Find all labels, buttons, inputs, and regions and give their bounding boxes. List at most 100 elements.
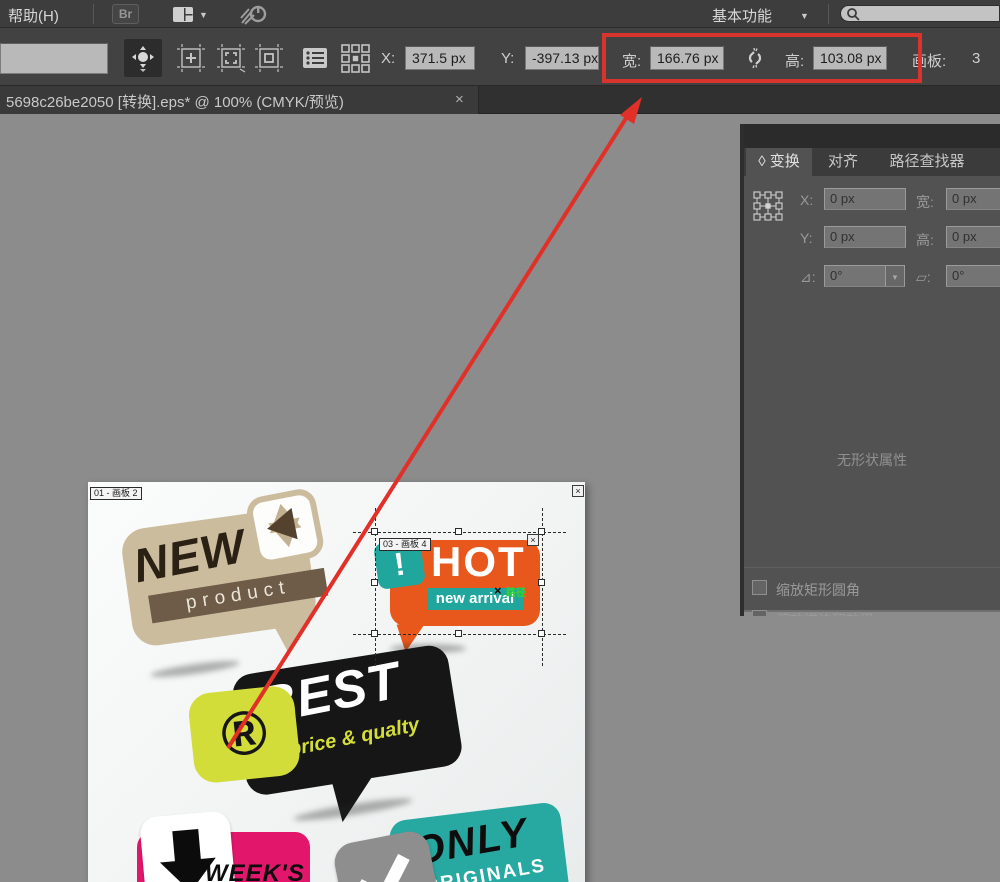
panel-collapse-icon[interactable]: ◊ [758, 153, 765, 170]
rotate-angle-icon: ⊿: [800, 269, 816, 286]
checkbox-scale-corners-label: 缩放矩形圆角 [776, 580, 860, 600]
height-field[interactable]: 103.08 px [813, 46, 887, 70]
panel-y-label: Y: [800, 230, 812, 246]
panel-x-label: X: [800, 192, 813, 208]
artboard-bounds-button[interactable] [250, 39, 288, 77]
resize-handle-ne[interactable] [538, 528, 545, 535]
hot-title: HOT [431, 541, 526, 583]
tab-transform-label: 变换 [770, 153, 800, 170]
tab-pathfinder[interactable]: 路径查找器 [874, 148, 980, 176]
selected-artboard-close-icon[interactable]: × [527, 534, 539, 546]
resize-handle-w[interactable] [371, 579, 378, 586]
checkbox-scale-strokes[interactable] [752, 610, 767, 616]
new-artboard-button[interactable] [172, 39, 210, 77]
artboard-options-icon [302, 47, 328, 69]
checkbox-scale-strokes-label: 缩放描边和效果 [776, 610, 874, 616]
arrange-documents-button[interactable] [170, 2, 196, 26]
cs-live-icon [239, 3, 267, 25]
tab-transform[interactable]: ◊ 变换 [746, 148, 812, 176]
reference-point-selector[interactable] [752, 190, 784, 222]
new-bubble-tail [272, 614, 318, 656]
no-shape-properties-text: 无形状属性 [744, 450, 1000, 470]
menu-bar: 帮助(H) Br ▼ 基本功能 ▼ [0, 0, 1000, 28]
panel-width-label: 宽: [916, 192, 934, 212]
fit-artboard-icon [216, 43, 246, 73]
move-artboard-icon [129, 44, 157, 72]
broken-chain-icon [743, 46, 767, 70]
mouse-cursor: × [494, 583, 502, 598]
height-label: 高: [785, 50, 804, 71]
resize-handle-n[interactable] [455, 528, 462, 535]
width-field[interactable]: 166.76 px [650, 46, 724, 70]
resize-handle-se[interactable] [538, 630, 545, 637]
new-icon-square [244, 486, 326, 568]
illustrator-window: 帮助(H) Br ▼ 基本功能 ▼ [0, 0, 1000, 882]
artboard-bounds-icon [254, 43, 284, 73]
x-label: X: [381, 50, 395, 67]
workspace-dropdown-arrow[interactable]: ▼ [800, 11, 809, 21]
resize-handle-s[interactable] [455, 630, 462, 637]
checkbox-scale-corners[interactable] [752, 580, 767, 595]
resize-handle-e[interactable] [538, 579, 545, 586]
arrange-documents-icon [172, 6, 194, 23]
resize-handle-sw[interactable] [371, 630, 378, 637]
best-icon-square: ® [187, 684, 302, 785]
menu-separator [93, 4, 94, 24]
workspace-switcher[interactable]: 基本功能 [712, 5, 772, 26]
arrow-down-icon [172, 829, 201, 863]
artboard-options-toolbar: X: 371.5 px Y: -397.13 px 宽: 166.76 px 高… [0, 28, 1000, 86]
panel-y-field[interactable]: 0 px [824, 226, 906, 248]
rearrange-artboards-button[interactable] [336, 39, 374, 77]
artboard-name-input[interactable] [0, 43, 108, 74]
width-label: 宽: [622, 50, 641, 71]
artboard-close-icon[interactable]: × [572, 485, 584, 497]
artboard-name-tag[interactable]: 01 - 画板 2 [90, 487, 142, 500]
tab-pathfinder-label: 路径查找器 [889, 153, 964, 170]
artboard[interactable]: NEW product ! HOT new arrival [88, 482, 585, 882]
transform-panel: ◊ 变换 对齐 路径查找器 [740, 124, 1000, 616]
search-icon [846, 7, 860, 21]
artboard-options-dialog-button[interactable] [296, 39, 334, 77]
panel-tab-bar: ◊ 变换 对齐 路径查找器 [744, 148, 1000, 176]
move-artboard-button[interactable] [124, 39, 162, 77]
y-label: Y: [501, 50, 514, 67]
link-dimensions-button[interactable] [742, 46, 768, 70]
document-close-icon[interactable]: × [455, 91, 464, 108]
tab-align[interactable]: 对齐 [818, 148, 868, 176]
transform-panel-body: X: 0 px 宽: 0 px Y: 0 px 高: 0 px ⊿: 0° ▼ … [744, 176, 1000, 612]
checkmark-icon [356, 844, 410, 882]
y-field[interactable]: -397.13 px [525, 46, 599, 70]
bridge-button[interactable]: Br [112, 4, 139, 24]
panel-x-field[interactable]: 0 px [824, 188, 906, 210]
rotate-dropdown-arrow[interactable]: ▼ [885, 265, 905, 287]
document-title: 5698c26be2050 [转换].eps* @ 100% (CMYK/预览) [6, 91, 344, 112]
shear-field[interactable]: 0° [946, 265, 1000, 287]
fit-artboard-button[interactable] [212, 39, 250, 77]
panel-height-label: 高: [916, 230, 934, 250]
panel-width-field[interactable]: 0 px [946, 188, 1000, 210]
panel-divider [744, 567, 1000, 568]
artboard-count-label: 画板: [912, 50, 946, 71]
shear-icon: ▱: [916, 269, 931, 286]
arrow-left-icon [264, 508, 298, 545]
registered-icon: ® [218, 697, 271, 770]
weeks-title: WEEK'S [205, 862, 305, 882]
arrange-documents-dropdown-arrow[interactable]: ▼ [199, 10, 208, 20]
menu-help[interactable]: 帮助(H) [8, 5, 59, 26]
resize-handle-nw[interactable] [371, 528, 378, 535]
cs-live-button[interactable] [236, 1, 270, 27]
smart-guide-label: 路径 [506, 584, 526, 599]
new-artboard-icon [176, 43, 206, 73]
document-tab[interactable]: 5698c26be2050 [转换].eps* @ 100% (CMYK/预览)… [0, 86, 479, 114]
panel-drag-bar[interactable] [744, 124, 1000, 148]
selected-artboard-tag[interactable]: 03 - 画板 4 [379, 538, 431, 551]
rearrange-artboards-icon [340, 43, 370, 73]
x-field[interactable]: 371.5 px [405, 46, 475, 70]
badge-weeks[interactable]: WEEK'S BEST OFFER [133, 812, 323, 882]
panel-height-field[interactable]: 0 px [946, 226, 1000, 248]
search-input[interactable] [840, 5, 1000, 22]
rotate-field[interactable]: 0° [824, 265, 886, 287]
tab-align-label: 对齐 [828, 153, 858, 170]
document-tab-strip: 5698c26be2050 [转换].eps* @ 100% (CMYK/预览)… [0, 86, 1000, 114]
artboard-count-value: 3 [972, 50, 980, 67]
